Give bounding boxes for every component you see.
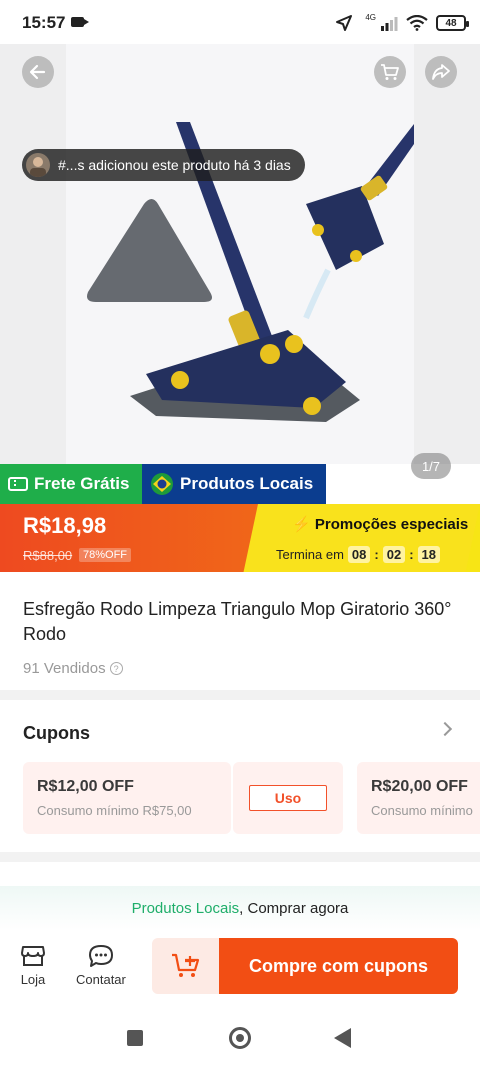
free-shipping-label: Frete Grátis [34,474,130,493]
original-price: R$88,00 [23,548,73,563]
help-icon[interactable]: ? [109,662,123,675]
coupon-card[interactable]: R$12,00 OFF Consumo mínimo R$75,00 [23,762,231,834]
coupon-card[interactable]: R$20,00 OFF Consumo mínimo [357,762,480,834]
discount-badge: 78%OFF [79,548,132,562]
share-button[interactable] [425,56,457,88]
local-products-badge: Produtos Locais [142,464,326,504]
divider [0,852,480,862]
countdown: Termina em 08 : 02 : 18 [276,546,441,563]
notice-text: #...s adicionou este produto há 3 dias [58,157,291,173]
status-bar: 15:57 4G 48 [0,0,480,44]
countdown-separator: : [409,547,414,562]
sold-label: 91 Vendidos [23,660,106,677]
location-arrow-icon [336,15,353,31]
price-bar: R$18,98 R$88,00 78%OFF ⚡ Promoções espec… [0,504,480,572]
countdown-seconds: 18 [417,546,441,563]
buy-with-coupons-button[interactable]: Compre com cupons [219,938,458,994]
mop-illustration [87,122,414,422]
countdown-separator: : [374,547,379,562]
wifi-icon [406,15,428,31]
battery-icon: 48 [436,15,469,31]
recents-icon[interactable] [127,1030,143,1046]
free-shipping-badge: Frete Grátis [0,464,142,504]
image-page-indicator: 1/7 [411,453,451,479]
add-cart-icon [172,953,200,977]
countdown-hours: 08 [347,546,371,563]
bottom-action-bar: Loja Contatar Compre com cupons [0,930,480,1010]
local-strip-highlight: Produtos Locais [131,899,240,917]
video-camera-icon [71,17,89,27]
status-icons: 4G 48 [335,12,469,34]
store-label: Loja [20,972,46,987]
promo-title: ⚡ Promoções especiais [292,515,468,533]
brazil-flag-icon [151,473,173,495]
gallery-side-right [414,44,480,464]
local-products-strip[interactable]: Produtos Locais , Comprar agora [0,886,480,930]
cart-button[interactable] [374,56,406,88]
product-image [66,44,414,464]
contact-label: Contatar [76,972,126,987]
product-title: Esfregão Rodo Limpeza Triangulo Mop Gira… [23,599,452,644]
gallery-side-left [0,44,66,464]
back-button[interactable] [22,56,54,88]
divider [0,690,480,700]
contact-button[interactable]: Contatar [76,944,126,987]
chat-icon [88,945,113,967]
use-coupon-button[interactable]: Uso [249,785,327,811]
coupon-value: R$12,00 OFF [37,778,134,795]
promo-title-text: Promoções especiais [314,516,469,533]
add-to-cart-button[interactable] [152,938,220,994]
user-avatar [26,153,50,177]
share-icon [432,64,450,80]
coupons-heading[interactable]: Cupons [23,723,90,744]
product-image-gallery[interactable]: #...s adicionou este produto há 3 dias 1… [0,44,480,479]
countdown-label: Termina em [276,547,344,562]
store-icon [21,946,45,966]
ticket-icon [8,477,28,491]
sold-count: 91 Vendidos ? [23,660,123,677]
coupon-min: Consumo mínimo [371,803,473,818]
system-nav-bar [0,1010,480,1066]
product-badges: Frete Grátis Produtos Locais [0,464,326,504]
cart-icon [381,64,399,80]
lightning-icon: ⚡ [292,516,311,533]
local-products-label: Produtos Locais [180,474,314,493]
chevron-right-icon[interactable] [437,721,453,737]
status-time: 15:57 [22,13,66,32]
local-strip-text: , Comprar agora [239,899,349,917]
coupon-min: Consumo mínimo R$75,00 [37,803,192,818]
current-price: R$18,98 [23,513,107,538]
home-icon[interactable] [229,1027,251,1049]
store-button[interactable]: Loja [20,944,46,987]
recent-activity-notice: #...s adicionou este produto há 3 dias [22,149,305,181]
promo-panel: ⚡ Promoções especiais Termina em 08 : 02… [272,504,480,572]
network-label: 4G [365,12,376,22]
signal-icon [381,17,398,31]
back-icon[interactable] [334,1028,351,1048]
coupon-value: R$20,00 OFF [371,778,468,795]
back-arrow-icon [29,64,46,80]
countdown-minutes: 02 [382,546,406,563]
